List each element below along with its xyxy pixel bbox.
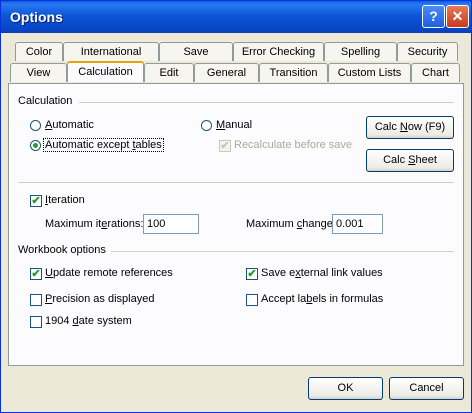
tab-custom-lists[interactable]: Custom Lists	[328, 63, 411, 82]
iteration-checkbox[interactable]: ✔	[30, 195, 42, 207]
tab-security[interactable]: Security	[397, 42, 458, 61]
calc-sheet-button[interactable]: Calc Sheet	[366, 149, 454, 172]
dialog-title: Options	[10, 9, 63, 25]
tab-transition[interactable]: Transition	[259, 63, 328, 82]
tab-color[interactable]: Color	[15, 42, 63, 61]
precision-as-displayed-checkbox[interactable]	[30, 294, 42, 306]
date-1904-system-label[interactable]: 1904 date system	[45, 315, 132, 327]
max-change-label: Maximum change:	[246, 218, 336, 230]
precision-as-displayed-label[interactable]: Precision as displayed	[45, 293, 154, 305]
tab-calculation[interactable]: Calculation	[67, 61, 144, 82]
accept-labels-in-formulas-checkbox[interactable]	[246, 294, 258, 306]
tab-general[interactable]: General	[194, 63, 259, 82]
options-dialog: Options ? ✕ Color International Save Err…	[0, 0, 472, 413]
tab-chart[interactable]: Chart	[411, 63, 460, 82]
ok-button[interactable]: OK	[308, 377, 383, 400]
accept-labels-in-formulas-label[interactable]: Accept labels in formulas	[261, 293, 383, 305]
update-remote-references-label[interactable]: Update remote references	[45, 267, 173, 279]
calculation-panel: Calculation Automatic Automatic except t…	[8, 83, 464, 366]
title-bar: Options ? ✕	[1, 1, 471, 33]
manual-radio[interactable]	[201, 120, 212, 131]
save-external-link-values-checkbox[interactable]: ✔	[246, 268, 258, 280]
manual-label[interactable]: Manual	[216, 119, 252, 131]
tab-spelling[interactable]: Spelling	[324, 42, 397, 61]
close-button[interactable]: ✕	[446, 5, 469, 28]
help-button[interactable]: ?	[422, 5, 445, 28]
recalculate-before-save-checkbox[interactable]: ✔	[219, 140, 231, 152]
update-remote-references-checkbox[interactable]: ✔	[30, 268, 42, 280]
calculation-group-label: Calculation	[18, 95, 73, 107]
automatic-radio[interactable]	[30, 120, 41, 131]
recalculate-before-save-label: Recalculate before save	[234, 139, 353, 151]
automatic-except-tables-label[interactable]: Automatic except tables	[43, 138, 164, 152]
date-1904-system-checkbox[interactable]	[30, 316, 42, 328]
calc-now-button[interactable]: Calc Now (F9)	[366, 116, 454, 139]
max-change-input[interactable]: 0.001	[332, 214, 383, 234]
max-iterations-input[interactable]: 100	[143, 214, 199, 234]
automatic-except-tables-radio[interactable]	[30, 140, 41, 151]
workbook-options-group-label: Workbook options	[18, 244, 106, 256]
section-divider	[18, 182, 454, 183]
calculation-group-divider	[79, 102, 454, 103]
cancel-button[interactable]: Cancel	[389, 377, 464, 400]
tab-edit[interactable]: Edit	[144, 63, 194, 82]
max-iterations-label: Maximum iterations:	[45, 218, 144, 230]
tab-error-checking[interactable]: Error Checking	[233, 42, 324, 61]
save-external-link-values-label[interactable]: Save external link values	[261, 267, 383, 279]
tab-save[interactable]: Save	[159, 42, 233, 61]
automatic-label[interactable]: Automatic	[45, 119, 94, 131]
iteration-label[interactable]: Iteration	[45, 194, 85, 206]
tab-international[interactable]: International	[63, 42, 159, 61]
tab-view[interactable]: View	[10, 63, 67, 82]
workbook-options-divider	[111, 251, 454, 252]
